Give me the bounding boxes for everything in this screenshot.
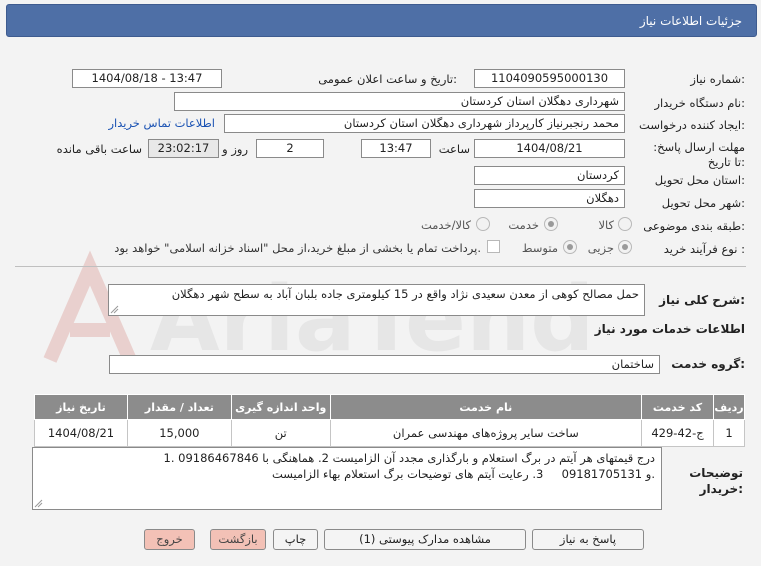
announce-datetime-field: 1404/08/18 - 13:47 [72,69,222,88]
province-field: کردستان [474,166,625,185]
remaining-time-field: 23:02:17 [148,139,219,158]
service-group-label: گروه خدمت: [671,357,745,371]
description-textarea[interactable]: حمل مصالح کوهی از معدن سعیدی نژاد واقع د… [108,284,645,316]
deadline-days-field: 2 [256,139,324,158]
service-group-field: ساختمان [109,355,660,374]
header-quantity: تعداد / مقدار [126,394,232,420]
announce-datetime-label: تاریخ و ساعت اعلان عمومی: [318,72,457,86]
table-row: 1404/08/21 15,000 تن ساخت سایر پروژه‌های… [34,419,746,447]
requester-field: محمد رنجبرنیاز کارپرداز شهرداری دهگلان ا… [224,114,625,133]
buyer-notes-line-2: و 09181705131 3. رعایت آیتم های توضیحات … [271,467,655,481]
city-field: دهگلان [474,189,625,208]
cell-row-number: 1 [712,419,746,447]
cell-quantity: 15,000 [126,419,232,447]
description-label: شرح کلی نیاز: [659,293,745,307]
remaining-time-label: ساعت باقی مانده [56,142,142,156]
services-table: تاریخ نیاز تعداد / مقدار واحد اندازه گیر… [34,394,746,447]
buyer-org-label: نام دستگاه خریدار: [654,96,745,110]
need-number-field: 1104090595000130 [474,69,625,88]
header-need-date: تاریخ نیاز [34,394,128,420]
cell-need-date: 1404/08/21 [34,419,128,447]
divider [15,266,746,267]
category-radio-goods-service[interactable] [476,217,490,231]
services-section-title: اطلاعات خدمات مورد نیاز [594,322,745,336]
cell-service-code: ج-42-429 [641,419,714,447]
print-button[interactable]: چاپ [273,529,318,550]
deadline-time-label: ساعت [438,142,470,156]
buyer-notes-line-1: 1. درج قیمتهای هر آیتم در برگ استعلام و … [163,451,655,465]
category-label: طبقه بندی موضوعی: [643,219,745,233]
resize-grip-icon[interactable] [110,305,119,314]
window-title: جزئیات اطلاعات نیاز [639,14,742,28]
category-radio-goods[interactable] [618,217,632,231]
process-radio-minor[interactable] [618,240,632,254]
reply-button[interactable]: پاسخ به نیاز [532,529,644,550]
resize-grip-icon[interactable] [34,499,43,508]
category-option-service: خدمت [508,218,539,232]
header-service-name: نام خدمت [329,394,643,420]
cell-unit: تن [230,419,331,447]
window-titlebar: جزئیات اطلاعات نیاز [6,4,757,37]
process-option-medium: متوسط [521,241,558,255]
deadline-days-label: روز و [222,142,248,156]
process-type-label: نوع فرآیند خرید : [663,242,745,256]
city-label: شهر محل تحویل: [661,196,745,210]
services-table-header: تاریخ نیاز تعداد / مقدار واحد اندازه گیر… [34,394,746,420]
requester-label: ایجاد کننده درخواست: [639,118,745,132]
description-text: حمل مصالح کوهی از معدن سعیدی نژاد واقع د… [171,287,639,301]
view-attachments-button[interactable]: مشاهده مدارک پیوستی (1) [324,529,526,550]
category-option-goods: کالا [598,218,614,232]
back-button[interactable]: بازگشت [210,529,266,550]
buyer-notes-textarea[interactable]: 1. درج قیمتهای هر آیتم در برگ استعلام و … [32,447,662,510]
category-option-goods-service: کالا/خدمت [420,218,471,232]
process-radio-medium[interactable] [563,240,577,254]
header-service-code: کد خدمت [641,394,714,420]
header-unit: واحد اندازه گیری [230,394,331,420]
deadline-date-field: 1404/08/21 [474,139,625,158]
exit-button[interactable]: خروج [144,529,195,550]
cell-service-name: ساخت سایر پروژه‌های مهندسی عمران [329,419,643,447]
need-number-label: شماره نیاز: [690,72,745,86]
province-label: استان محل تحویل: [654,173,745,187]
category-radio-service[interactable] [544,217,558,231]
deadline-time-field: 13:47 [361,139,431,158]
process-option-minor: جزیی [587,241,614,255]
treasury-payment-checkbox[interactable] [487,240,500,253]
buyer-contact-link[interactable]: اطلاعات تماس خریدار [108,116,215,130]
buyer-notes-label: توضیحات خریدار: [689,466,743,496]
header-row-number: ردیف [712,394,746,420]
buyer-org-field: شهرداری دهگلان استان کردستان [174,92,625,111]
treasury-payment-note: پرداخت تمام یا بخشی از مبلغ خرید،از محل … [114,241,481,255]
deadline-label: مهلت ارسال پاسخ: تا تاریخ: [653,140,745,169]
